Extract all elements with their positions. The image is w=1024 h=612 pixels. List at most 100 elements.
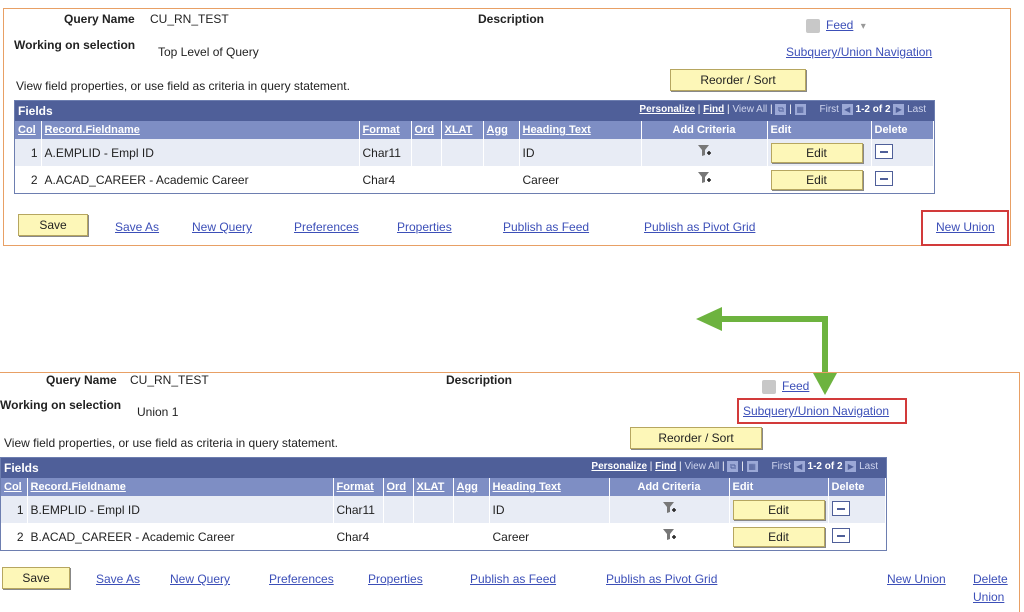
reorder-sort-button[interactable]: Reorder / Sort — [630, 427, 762, 449]
grid-range: 1-2 of 2 — [807, 461, 843, 473]
col-header-col[interactable]: Col — [1, 478, 28, 496]
cell-add-criteria — [641, 139, 768, 166]
col-header-record[interactable]: Record.Fieldname — [27, 478, 334, 496]
cell-edit: Edit — [767, 139, 872, 166]
publish-feed-link[interactable]: Publish as Feed — [503, 220, 589, 234]
col-header-heading[interactable]: Heading Text — [489, 478, 610, 496]
col-header-xlat[interactable]: XLAT — [441, 121, 484, 139]
new-union-link[interactable]: New Union — [936, 220, 995, 234]
col-header-record[interactable]: Record.Fieldname — [41, 121, 360, 139]
query-name-value: CU_RN_TEST — [130, 373, 209, 387]
delete-union-link-line1[interactable]: Delete — [973, 572, 1008, 586]
save-as-link[interactable]: Save As — [115, 220, 159, 234]
new-union-link[interactable]: New Union — [887, 572, 946, 586]
delete-row-icon[interactable] — [831, 500, 850, 516]
cell-edit: Edit — [729, 496, 829, 523]
last-link[interactable]: Last — [907, 104, 926, 115]
fields-grid: Fields Personalize | Find | View All | ⧉… — [0, 457, 887, 551]
save-button[interactable]: Save — [18, 214, 88, 236]
first-link[interactable]: First — [820, 104, 839, 115]
edit-button[interactable]: Edit — [732, 526, 825, 547]
feed-link[interactable]: Feed — [762, 379, 809, 394]
delete-row-icon[interactable] — [874, 143, 893, 159]
table-row: 2 B.ACAD_CAREER - Academic Career Char4 … — [1, 523, 886, 550]
first-link[interactable]: First — [772, 461, 791, 472]
delete-union-link-line2[interactable]: Union — [973, 590, 1004, 604]
reorder-sort-button[interactable]: Reorder / Sort — [670, 69, 806, 91]
col-header-agg[interactable]: Agg — [453, 478, 490, 496]
publish-pivot-grid-link[interactable]: Publish as Pivot Grid — [644, 220, 755, 234]
cell-xlat — [441, 166, 484, 193]
table-row: 2 A.ACAD_CAREER - Academic Career Char4 … — [15, 166, 934, 193]
cell-agg — [453, 523, 490, 550]
cell-agg — [453, 496, 490, 523]
publish-pivot-grid-link[interactable]: Publish as Pivot Grid — [606, 572, 717, 586]
col-header-heading[interactable]: Heading Text — [519, 121, 642, 139]
edit-button[interactable]: Edit — [770, 169, 863, 190]
save-button[interactable]: Save — [2, 567, 70, 589]
subquery-union-nav-link[interactable]: Subquery/Union Navigation — [786, 45, 932, 59]
properties-link[interactable]: Properties — [368, 572, 423, 586]
delete-row-icon[interactable] — [874, 170, 893, 186]
download-grid-icon[interactable]: ▦ — [794, 104, 806, 115]
filter-add-icon[interactable] — [696, 170, 712, 186]
last-link[interactable]: Last — [859, 461, 878, 472]
next-arrow-icon[interactable]: ▶ — [893, 104, 905, 115]
subquery-union-nav-link[interactable]: Subquery/Union Navigation — [743, 404, 889, 418]
edit-button[interactable]: Edit — [732, 499, 825, 520]
cell-record: A.ACAD_CAREER - Academic Career — [41, 166, 360, 193]
feed-link[interactable]: Feed ▾ — [806, 18, 866, 33]
grid-title-bar: Fields Personalize | Find | View All | ⧉… — [15, 101, 934, 121]
personalize-link[interactable]: Personalize — [639, 104, 695, 115]
cell-add-criteria — [609, 496, 730, 523]
grid-zoom-icon[interactable]: ⧉ — [727, 461, 739, 472]
chevron-down-icon: ▾ — [860, 21, 866, 32]
table-row: 1 B.EMPLID - Empl ID Char11 ID Edit — [1, 496, 886, 523]
prev-arrow-icon[interactable]: ◀ — [793, 461, 805, 472]
cell-record: A.EMPLID - Empl ID — [41, 139, 360, 166]
edit-button[interactable]: Edit — [770, 142, 863, 163]
col-header-edit: Edit — [729, 478, 829, 496]
new-query-link[interactable]: New Query — [170, 572, 230, 586]
view-props-text: View field properties, or use field as c… — [16, 79, 350, 93]
col-header-col[interactable]: Col — [15, 121, 42, 139]
col-header-xlat[interactable]: XLAT — [413, 478, 454, 496]
cell-add-criteria — [609, 523, 730, 550]
col-header-ord[interactable]: Ord — [411, 121, 442, 139]
find-link[interactable]: Find — [703, 104, 724, 115]
preferences-link[interactable]: Preferences — [294, 220, 359, 234]
query-name-label: Query Name — [64, 12, 135, 26]
query-name-value: CU_RN_TEST — [150, 12, 229, 26]
working-on-label: Working on selection — [14, 38, 136, 52]
view-all-link[interactable]: View All — [684, 461, 719, 472]
find-link[interactable]: Find — [655, 461, 676, 472]
delete-row-icon[interactable] — [831, 527, 850, 543]
filter-add-icon[interactable] — [661, 500, 677, 516]
cell-ord — [411, 139, 442, 166]
next-arrow-icon[interactable]: ▶ — [845, 461, 857, 472]
filter-add-icon[interactable] — [696, 143, 712, 159]
col-header-ord[interactable]: Ord — [383, 478, 414, 496]
preferences-link[interactable]: Preferences — [269, 572, 334, 586]
col-header-format[interactable]: Format — [333, 478, 384, 496]
cell-delete — [871, 166, 934, 193]
view-all-link[interactable]: View All — [732, 104, 767, 115]
cell-delete — [828, 496, 886, 523]
grid-title-bar: Fields Personalize | Find | View All | ⧉… — [1, 458, 886, 478]
grid-zoom-icon[interactable]: ⧉ — [775, 104, 787, 115]
save-as-link[interactable]: Save As — [96, 572, 140, 586]
download-grid-icon[interactable]: ▦ — [746, 461, 758, 472]
cell-record: B.EMPLID - Empl ID — [27, 496, 334, 523]
cell-col: 1 — [1, 496, 28, 523]
col-header-add-criteria: Add Criteria — [641, 121, 768, 139]
personalize-link[interactable]: Personalize — [591, 461, 647, 472]
table-row: 1 A.EMPLID - Empl ID Char11 ID Edit — [15, 139, 934, 166]
publish-feed-link[interactable]: Publish as Feed — [470, 572, 556, 586]
new-query-link[interactable]: New Query — [192, 220, 252, 234]
filter-add-icon[interactable] — [661, 527, 677, 543]
view-props-text: View field properties, or use field as c… — [4, 436, 338, 450]
properties-link[interactable]: Properties — [397, 220, 452, 234]
col-header-format[interactable]: Format — [359, 121, 412, 139]
col-header-agg[interactable]: Agg — [483, 121, 520, 139]
prev-arrow-icon[interactable]: ◀ — [841, 104, 853, 115]
